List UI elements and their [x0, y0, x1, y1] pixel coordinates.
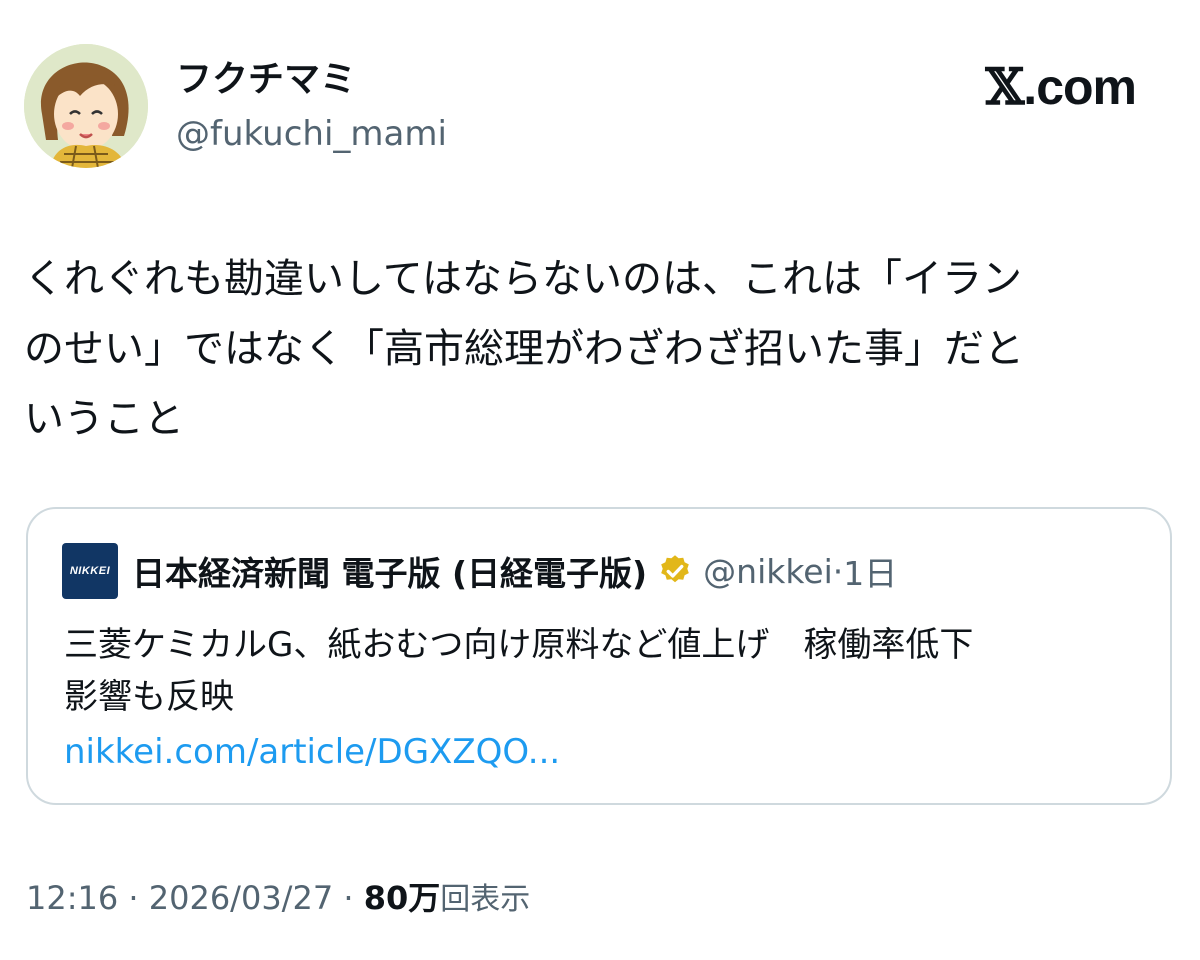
author-handle[interactable]: @fukuchi_mami: [176, 112, 447, 156]
views-label: 回表示: [440, 882, 531, 917]
quote-separator: ·: [832, 551, 844, 591]
quote-timestamp[interactable]: 1日: [843, 547, 897, 595]
quote-tweet-card[interactable]: NIKKEI 日本経済新聞 電子版 (日経電子版) @nikkei · 1日 三…: [26, 507, 1172, 805]
meta-separator: ·: [333, 879, 364, 917]
quote-header: 日本経済新聞 電子版 (日経電子版) @nikkei · 1日: [132, 547, 897, 595]
quote-article-link[interactable]: nikkei.com/article/DGXZQO...: [64, 726, 560, 778]
tweet-time[interactable]: 12:16: [26, 879, 118, 917]
tweet-date[interactable]: 2026/03/27: [149, 879, 333, 917]
cartoon-avatar-icon: [24, 44, 148, 168]
views-count: 80万: [363, 879, 441, 917]
author-display-name[interactable]: フクチマミ: [176, 58, 356, 102]
nikkei-logo-icon[interactable]: NIKKEI: [62, 543, 118, 599]
quote-author-name[interactable]: 日本経済新聞 電子版 (日経電子版): [132, 547, 647, 595]
verified-badge-icon: [657, 553, 693, 589]
x-com-logo: 𝕏.com: [986, 58, 1137, 116]
avatar[interactable]: [24, 44, 148, 168]
quote-author-handle[interactable]: @nikkei: [703, 552, 833, 591]
x-logo-icon: 𝕏: [985, 57, 1025, 116]
meta-separator: ·: [118, 879, 149, 917]
brand-suffix: .com: [1023, 59, 1137, 115]
quote-text: 三菱ケミカルG、紙おむつ向け原料など値上げ 稼働率低下 影響も反映: [64, 625, 974, 717]
tweet-meta: 12:16 · 2026/03/27 · 80万回表示: [26, 874, 530, 924]
tweet-text: くれぐれも勘違いしてはならないのは、これは「イラン のせい」ではなく「高市総理が…: [24, 256, 1024, 442]
